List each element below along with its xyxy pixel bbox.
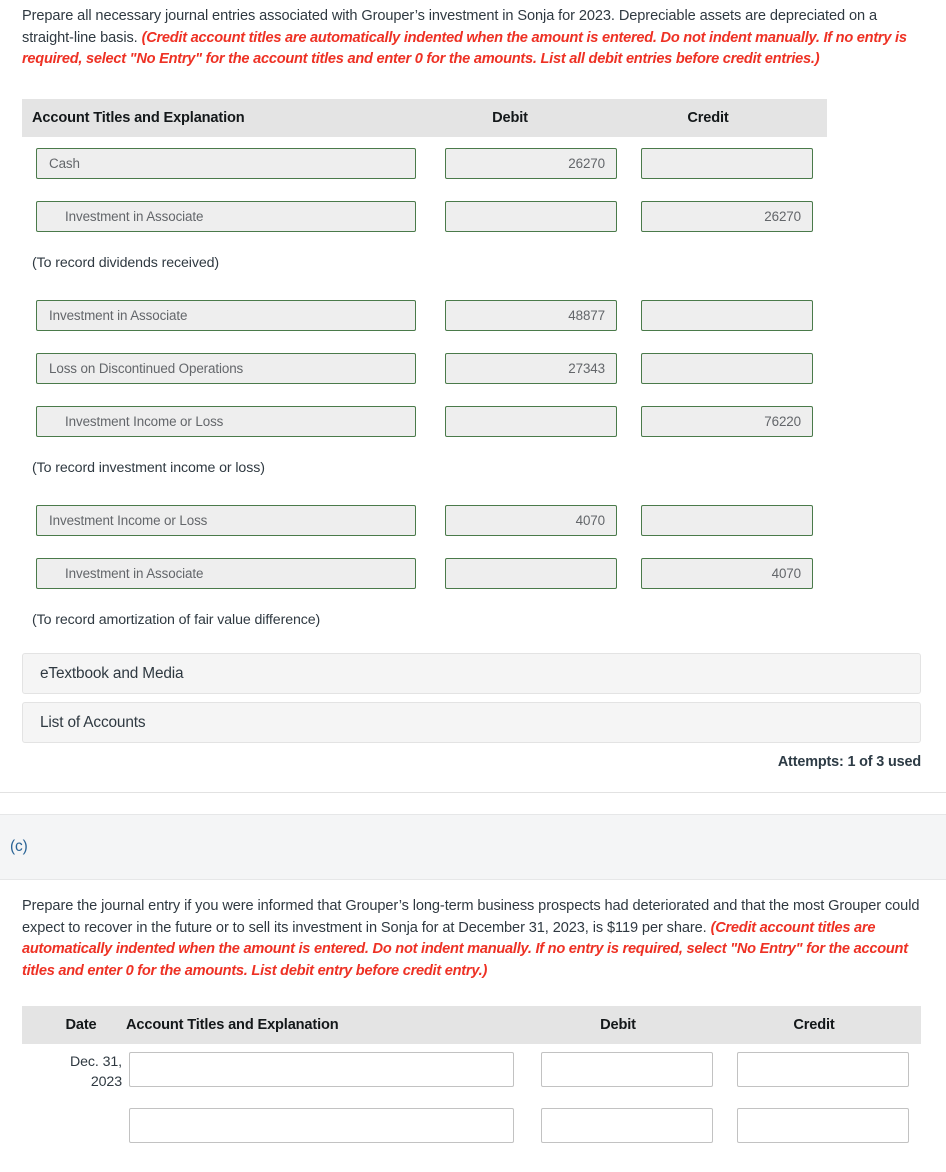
credit-amount-field[interactable] (641, 300, 813, 331)
credit-amount-field[interactable] (641, 353, 813, 384)
prompt-b-instruction: (Credit account titles are automatically… (22, 29, 907, 68)
credit-amount-field[interactable] (641, 505, 813, 536)
account-title-field[interactable]: Investment Income or Loss (36, 406, 416, 437)
debit-amount-field[interactable] (445, 558, 617, 589)
account-title-field[interactable]: Loss on Discontinued Operations (36, 353, 416, 384)
journal-memo-text: (To record dividends received) (32, 255, 220, 271)
column-header-date: Date (65, 1017, 97, 1033)
account-title-field[interactable]: Investment in Associate (36, 300, 416, 331)
journal-entry-table-part-b: Account Titles and Explanation Debit Cre… (22, 99, 827, 646)
journal-entry-row: Dec. 31, 2023 (22, 1044, 921, 1100)
journal-memo-text: (To record amortization of fair value di… (32, 612, 321, 628)
account-title-field[interactable]: Investment in Associate (36, 201, 416, 232)
column-header-debit: Debit (600, 1017, 636, 1033)
account-title-field[interactable]: Cash (36, 148, 416, 179)
etextbook-and-media-label: eTextbook and Media (40, 665, 184, 682)
journal-memo-row: (To record amortization of fair value di… (22, 600, 827, 646)
journal-entry-row (22, 1100, 921, 1156)
journal-entry-row: Investment in Associate 48877 (22, 289, 827, 342)
list-of-accounts-panel[interactable]: List of Accounts (22, 702, 921, 743)
debit-amount-field[interactable]: 27343 (445, 353, 617, 384)
credit-amount-field[interactable]: 76220 (641, 406, 813, 437)
journal-memo-row: (To record investment income or loss) (22, 448, 827, 494)
debit-amount-field[interactable]: 4070 (445, 505, 617, 536)
journal-entry-row: Investment in Associate 4070 (22, 547, 827, 600)
journal-entry-row: Investment Income or Loss 4070 (22, 494, 827, 547)
journal-entry-table-part-c: Date Account Titles and Explanation Debi… (22, 1006, 921, 1156)
debit-amount-field[interactable]: 26270 (445, 148, 617, 179)
etextbook-and-media-panel[interactable]: eTextbook and Media (22, 653, 921, 694)
entry-date-line-2: 2023 (90, 1074, 122, 1090)
table-b-body: Dec. 31, 2023 (22, 1044, 921, 1156)
credit-amount-field[interactable]: 26270 (641, 201, 813, 232)
credit-amount-input[interactable] (737, 1052, 909, 1087)
journal-memo-row: (To record dividends received) (22, 243, 827, 289)
column-header-account: Account Titles and Explanation (32, 110, 245, 126)
journal-entry-row: Investment in Associate 26270 (22, 190, 827, 243)
debit-amount-field[interactable] (445, 406, 617, 437)
section-band-part-c (0, 814, 946, 880)
account-title-field[interactable]: Investment Income or Loss (36, 505, 416, 536)
debit-amount-input[interactable] (541, 1052, 713, 1087)
journal-entry-row: Investment Income or Loss 76220 (22, 395, 827, 448)
account-title-input[interactable] (129, 1108, 514, 1143)
journal-entry-row: Cash 26270 (22, 137, 827, 190)
section-divider (0, 792, 946, 793)
section-label-part-c[interactable]: (c) (10, 838, 28, 856)
credit-amount-field[interactable]: 4070 (641, 558, 813, 589)
column-header-debit: Debit (492, 110, 528, 126)
question-prompt-part-c: Prepare the journal entry if you were in… (22, 896, 922, 982)
debit-amount-field[interactable] (445, 201, 617, 232)
debit-amount-input[interactable] (541, 1108, 713, 1143)
table-b-header-row: Date Account Titles and Explanation Debi… (22, 1006, 921, 1044)
entry-date-line-1: Dec. 31, (69, 1054, 122, 1070)
attempts-counter: Attempts: 1 of 3 used (777, 754, 921, 770)
credit-amount-input[interactable] (737, 1108, 909, 1143)
table-a-body: Cash 26270 Investment in Associate 26270 (To… (22, 137, 827, 646)
table-a-header-row: Account Titles and Explanation Debit Cre… (22, 99, 827, 137)
account-title-field[interactable]: Investment in Associate (36, 558, 416, 589)
journal-entry-row: Loss on Discontinued Operations 27343 (22, 342, 827, 395)
column-header-credit: Credit (687, 110, 729, 126)
account-title-input[interactable] (129, 1052, 514, 1087)
list-of-accounts-label: List of Accounts (40, 714, 146, 731)
column-header-credit: Credit (793, 1017, 835, 1033)
question-prompt-part-b: Prepare all necessary journal entries as… (22, 6, 922, 71)
column-header-account: Account Titles and Explanation (126, 1017, 339, 1033)
journal-memo-text: (To record investment income or loss) (32, 460, 265, 476)
entry-date-cell: Dec. 31, 2023 (32, 1052, 122, 1092)
credit-amount-field[interactable] (641, 148, 813, 179)
debit-amount-field[interactable]: 48877 (445, 300, 617, 331)
